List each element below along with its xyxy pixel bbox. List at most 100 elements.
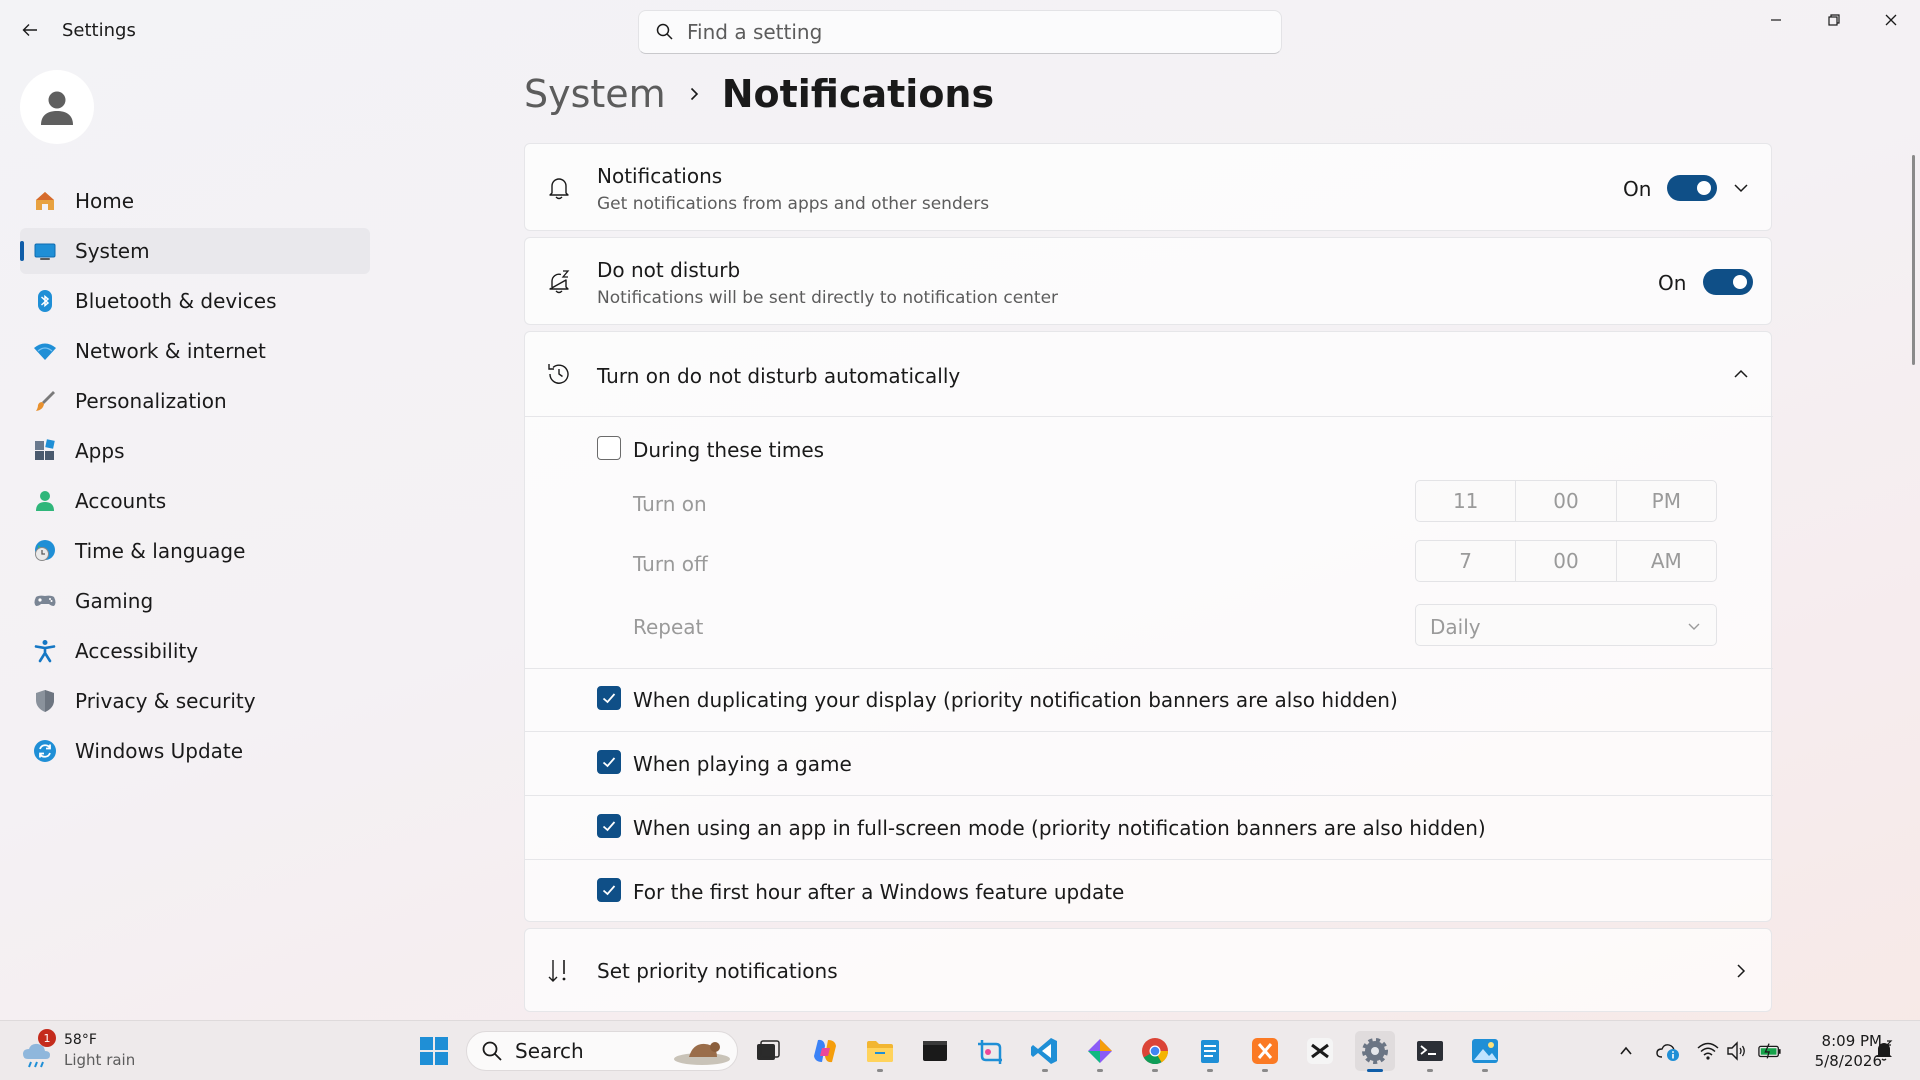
dnd-toggle[interactable] [1703, 269, 1753, 295]
sidebar-item-label: Gaming [75, 589, 154, 613]
sidebar-item-home[interactable]: Home [20, 178, 370, 224]
accessibility-icon [32, 638, 58, 664]
sidebar-item-label: Time & language [75, 539, 246, 563]
onedrive-tray-button[interactable] [1656, 1039, 1680, 1063]
priority-notifications-card[interactable]: Set priority notifications [524, 928, 1772, 1012]
notifications-toggle[interactable] [1667, 175, 1717, 201]
battery-charging-icon [1758, 1043, 1781, 1059]
task-view-button[interactable] [748, 1031, 788, 1071]
notifications-card[interactable]: Notifications Get notifications from app… [524, 143, 1772, 231]
turn-on-time-picker[interactable]: 11 00 PM [1415, 480, 1717, 522]
user-avatar[interactable] [20, 70, 94, 144]
auto-dnd-header[interactable]: Turn on do not disturb automatically [525, 332, 1773, 416]
divider [525, 668, 1773, 669]
clock-date: 5/8/2026 [1814, 1052, 1882, 1070]
notepad-button[interactable] [1190, 1031, 1230, 1072]
wifi-tray-button[interactable] [1696, 1039, 1720, 1063]
during-times-checkbox[interactable] [597, 436, 621, 460]
minimize-button[interactable] [1748, 0, 1804, 40]
sidebar-item-system[interactable]: System [20, 228, 370, 274]
taskbar-search[interactable]: Search [466, 1031, 738, 1071]
chevron-up-icon[interactable] [1731, 364, 1751, 384]
app-title: Settings [62, 20, 136, 41]
xampp-button[interactable] [1245, 1031, 1285, 1072]
sidebar-item-label: Network & internet [75, 339, 266, 363]
terminal-dark-button[interactable] [915, 1031, 955, 1071]
chevron-down-icon [1688, 623, 1700, 630]
turn-on-hour[interactable]: 11 [1416, 481, 1517, 521]
arrow-left-icon [22, 24, 37, 36]
feature-update-checkbox[interactable] [597, 878, 621, 902]
repeat-dropdown[interactable]: Daily [1415, 604, 1717, 646]
weather-temp: 58°F [64, 1032, 97, 1048]
fullscreen-app-checkbox[interactable] [597, 814, 621, 838]
speaker-icon [1727, 1041, 1745, 1061]
turn-off-hour[interactable]: 7 [1416, 541, 1517, 581]
snipping-tool-button[interactable] [971, 1031, 1011, 1071]
playing-game-checkbox[interactable] [597, 750, 621, 774]
sidebar-item-gaming[interactable]: Gaming [20, 578, 370, 624]
xampp-icon [1252, 1038, 1278, 1064]
bell-icon [549, 178, 569, 200]
turn-on-period[interactable]: PM [1617, 481, 1716, 521]
chevron-down-icon[interactable] [1731, 178, 1751, 198]
title-bar: Settings [0, 0, 1920, 62]
duplicating-display-checkbox[interactable] [597, 686, 621, 710]
notification-center-button[interactable] [1872, 1039, 1896, 1063]
sidebar-item-personalization[interactable]: Personalization [20, 378, 370, 424]
battery-tray-button[interactable] [1758, 1039, 1782, 1063]
settings-search-box[interactable] [638, 10, 1282, 54]
settings-app-button[interactable] [1355, 1031, 1395, 1072]
turn-on-minute[interactable]: 00 [1516, 481, 1617, 521]
restore-button[interactable] [1806, 0, 1862, 40]
sidebar-nav: Home System Bluetooth & devices Network … [20, 178, 370, 778]
dnd-subtitle: Notifications will be sent directly to n… [597, 288, 1059, 308]
sidebar-item-accounts[interactable]: Accounts [20, 478, 370, 524]
sidebar-item-label: Accessibility [75, 639, 199, 663]
vscode-button[interactable] [1025, 1031, 1065, 1072]
copilot-button[interactable] [805, 1031, 845, 1071]
home-icon [32, 188, 58, 214]
breadcrumb: System Notifications [524, 72, 994, 116]
repeat-label: Repeat [633, 615, 704, 639]
divider [525, 731, 1773, 732]
gear-icon [1362, 1038, 1388, 1064]
weather-widget[interactable]: 1 58°F Light rain [20, 1029, 140, 1073]
option-label: When playing a game [633, 752, 852, 776]
sidebar-item-bluetooth[interactable]: Bluetooth & devices [20, 278, 370, 324]
turn-on-label: Turn on [633, 492, 707, 516]
show-hidden-icons-button[interactable] [1614, 1039, 1638, 1063]
taskbar-clock[interactable]: 8:09 PM 5/8/2026 [1790, 1031, 1882, 1071]
chrome-button[interactable] [1135, 1031, 1175, 1072]
capcut-button[interactable] [1300, 1031, 1340, 1071]
turn-off-time-picker[interactable]: 7 00 AM [1415, 540, 1717, 582]
chevron-right-icon [1737, 964, 1746, 978]
priority-title: Set priority notifications [597, 959, 838, 983]
sidebar-item-time-language[interactable]: Time & language [20, 528, 370, 574]
search-input[interactable] [687, 20, 1247, 44]
back-button[interactable] [16, 16, 44, 44]
sidebar-item-label: System [75, 239, 150, 263]
sidebar-item-windows-update[interactable]: Windows Update [20, 728, 370, 774]
volume-tray-button[interactable] [1724, 1039, 1748, 1063]
file-explorer-button[interactable] [860, 1031, 900, 1072]
person-icon [41, 91, 73, 125]
photos-button[interactable] [1465, 1031, 1505, 1072]
sidebar-item-network[interactable]: Network & internet [20, 328, 370, 374]
sidebar-item-label: Apps [75, 439, 125, 463]
sidebar-item-accessibility[interactable]: Accessibility [20, 628, 370, 674]
notifications-title: Notifications [597, 164, 723, 188]
task-view-icon [757, 1040, 780, 1060]
breadcrumb-parent[interactable]: System [524, 72, 666, 116]
checkmark-icon [602, 821, 616, 832]
scrollbar-thumb[interactable] [1912, 155, 1915, 365]
chevron-right-icon [690, 87, 698, 101]
close-button[interactable] [1863, 0, 1919, 40]
paint-app-button[interactable] [1080, 1031, 1120, 1072]
sidebar-item-apps[interactable]: Apps [20, 428, 370, 474]
sidebar-item-privacy[interactable]: Privacy & security [20, 678, 370, 724]
terminal-button[interactable] [1410, 1031, 1450, 1072]
start-button[interactable] [414, 1031, 454, 1071]
turn-off-period[interactable]: AM [1617, 541, 1716, 581]
turn-off-minute[interactable]: 00 [1516, 541, 1617, 581]
